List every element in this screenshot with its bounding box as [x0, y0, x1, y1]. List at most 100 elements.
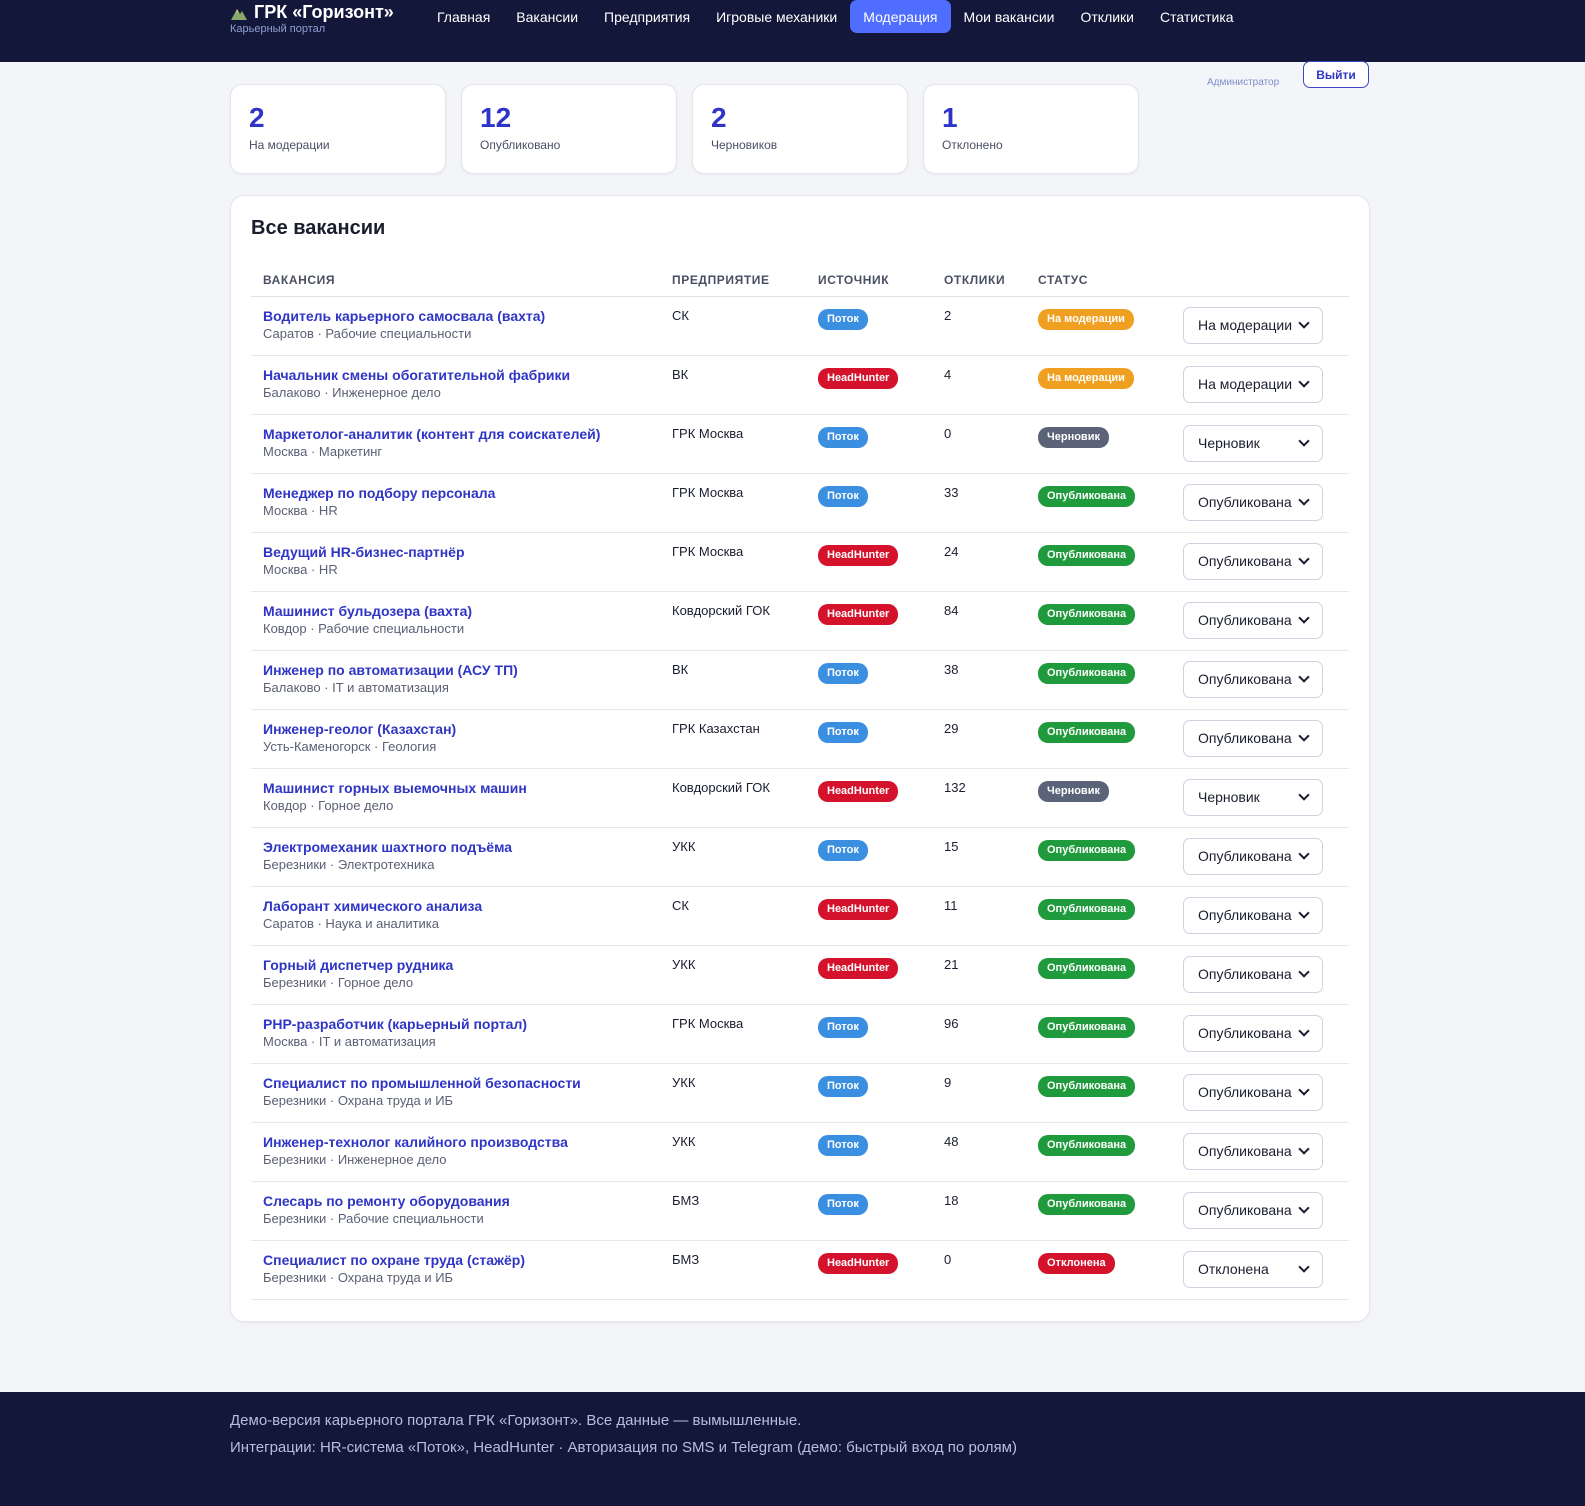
cell-source: Поток: [806, 414, 932, 474]
cell-status-select: Опубликована: [1171, 1063, 1349, 1123]
status-badge: Черновик: [1038, 426, 1109, 448]
cell-status: Опубликована: [1026, 591, 1171, 651]
cell-responses: 0: [932, 414, 1026, 474]
nav-link-moderation[interactable]: Модерация: [850, 0, 951, 33]
status-badge: Опубликована: [1038, 898, 1136, 920]
status-select[interactable]: Опубликована: [1183, 542, 1323, 580]
status-badge: Опубликована: [1038, 662, 1136, 684]
vacancy-title-link[interactable]: Машинист горных выемочных машин: [263, 780, 648, 797]
status-select-value: Опубликована: [1198, 1084, 1292, 1100]
chevron-down-icon: [1298, 848, 1310, 860]
status-select[interactable]: Опубликована: [1183, 601, 1323, 639]
vacancy-title-link[interactable]: Менеджер по подбору персонала: [263, 485, 648, 502]
cell-enterprise: Ковдорский ГОК: [660, 591, 806, 651]
cell-source: Поток: [806, 296, 932, 356]
chevron-down-icon: [1298, 1261, 1310, 1273]
cell-status-select: Опубликована: [1171, 1181, 1349, 1241]
stats-row: 2 На модерации 12 Опубликовано 2 Чернови…: [230, 84, 1139, 174]
brand-subtitle: Карьерный портал: [230, 23, 326, 35]
vacancy-title-link[interactable]: Инженер-геолог (Казахстан): [263, 721, 648, 738]
status-select[interactable]: Черновик: [1183, 778, 1323, 816]
stat-card-published: 12 Опубликовано: [461, 84, 677, 174]
cell-responses: 9: [932, 1063, 1026, 1123]
chevron-down-icon: [1298, 730, 1310, 742]
chevron-down-icon: [1298, 553, 1310, 565]
nav-link-game-mechanics[interactable]: Игровые механики: [703, 0, 850, 33]
status-select-value: Опубликована: [1198, 1143, 1292, 1159]
table-row: Специалист по промышленной безопасности Б…: [251, 1063, 1349, 1123]
vacancy-title-link[interactable]: Начальник смены обогатительной фабрики: [263, 367, 648, 384]
cell-responses: 84: [932, 591, 1026, 651]
brand[interactable]: ГРК «Горизонт» Карьерный портал: [230, 2, 394, 35]
cell-vacancy: Инженер по автоматизации (АСУ ТП) Балаков…: [251, 650, 660, 710]
vacancy-title-link[interactable]: Маркетолог-аналитик (контент для соискат…: [263, 426, 648, 443]
cell-vacancy: Лаборант химического анализа Саратов · На…: [251, 886, 660, 946]
source-badge: HeadHunter: [818, 1252, 899, 1274]
vacancy-title-link[interactable]: Лаборант химического анализа: [263, 898, 648, 915]
table-row: Начальник смены обогатительной фабрики Ба…: [251, 355, 1349, 415]
nav-link-home[interactable]: Главная: [424, 0, 503, 33]
status-badge: На модерации: [1038, 308, 1134, 330]
vacancy-title-link[interactable]: Специалист по охране труда (стажёр): [263, 1252, 648, 1269]
status-select[interactable]: Опубликована: [1183, 1132, 1323, 1170]
status-select[interactable]: Опубликована: [1183, 1191, 1323, 1229]
status-select[interactable]: На модерации: [1183, 306, 1323, 344]
vacancy-title-link[interactable]: Машинист бульдозера (вахта): [263, 603, 648, 620]
status-select-value: Опубликована: [1198, 1202, 1292, 1218]
source-badge: Поток: [818, 721, 868, 743]
logout-button[interactable]: Выйти: [1303, 61, 1369, 88]
status-select[interactable]: Черновик: [1183, 424, 1323, 462]
vacancy-title-link[interactable]: Инженер-технолог калийного производства: [263, 1134, 648, 1151]
vacancy-title-link[interactable]: Ведущий HR-бизнес-партнёр: [263, 544, 648, 561]
cell-vacancy: Ведущий HR-бизнес-партнёр Москва · HR: [251, 532, 660, 592]
vacancy-title-link[interactable]: Специалист по промышленной безопасности: [263, 1075, 648, 1092]
status-select[interactable]: Опубликована: [1183, 719, 1323, 757]
vacancy-title-link[interactable]: Инженер по автоматизации (АСУ ТП): [263, 662, 648, 679]
status-select[interactable]: На модерации: [1183, 365, 1323, 403]
status-select[interactable]: Опубликована: [1183, 1073, 1323, 1111]
nav-link-my-vacancies[interactable]: Мои вакансии: [951, 0, 1068, 33]
status-select[interactable]: Опубликована: [1183, 837, 1323, 875]
column-header-enterprise: ПРЕДПРИЯТИЕ: [660, 265, 806, 297]
vacancy-title-link[interactable]: PHP-разработчик (карьерный портал): [263, 1016, 648, 1033]
nav-link-enterprises[interactable]: Предприятия: [591, 0, 703, 33]
vacancy-title-link[interactable]: Горный диспетчер рудника: [263, 957, 648, 974]
status-select-value: Опубликована: [1198, 612, 1292, 628]
status-select-value: На модерации: [1198, 317, 1293, 333]
vacancy-meta: Березники · Электротехника: [263, 856, 435, 872]
status-select-value: Опубликована: [1198, 494, 1292, 510]
table-row: PHP-разработчик (карьерный портал) Москва…: [251, 1004, 1349, 1064]
chevron-down-icon: [1298, 1025, 1310, 1037]
top-navbar: ГРК «Горизонт» Карьерный портал Главная …: [0, 0, 1585, 62]
vacancy-title-link[interactable]: Водитель карьерного самосвала (вахта): [263, 308, 648, 325]
chevron-down-icon: [1298, 376, 1310, 388]
status-select[interactable]: Опубликована: [1183, 1014, 1323, 1052]
cell-status: Отклонена: [1026, 1240, 1171, 1300]
chevron-down-icon: [1298, 1084, 1310, 1096]
status-select[interactable]: Опубликована: [1183, 955, 1323, 993]
table-row: Инженер-геолог (Казахстан) Усть-Каменогор…: [251, 709, 1349, 769]
cell-responses: 29: [932, 709, 1026, 769]
status-badge: Опубликована: [1038, 839, 1136, 861]
status-select[interactable]: Опубликована: [1183, 483, 1323, 521]
nav-link-statistics[interactable]: Статистика: [1147, 0, 1247, 33]
source-badge: Поток: [818, 485, 868, 507]
status-select[interactable]: Опубликована: [1183, 896, 1323, 934]
nav-link-responses[interactable]: Отклики: [1067, 0, 1147, 33]
source-badge: HeadHunter: [818, 780, 899, 802]
status-select-value: Опубликована: [1198, 907, 1292, 923]
status-select[interactable]: Опубликована: [1183, 660, 1323, 698]
cell-responses: 38: [932, 650, 1026, 710]
status-select[interactable]: Отклонена: [1183, 1250, 1323, 1288]
table-row: Слесарь по ремонту оборудования Березники…: [251, 1181, 1349, 1241]
cell-status: Опубликована: [1026, 1181, 1171, 1241]
cell-source: Поток: [806, 709, 932, 769]
cell-enterprise: СК: [660, 296, 806, 356]
status-select-value: Черновик: [1198, 789, 1260, 805]
cell-source: HeadHunter: [806, 1240, 932, 1300]
footer: Демо-версия карьерного портала ГРК «Гори…: [0, 1392, 1585, 1506]
nav-link-vacancies[interactable]: Вакансии: [503, 0, 591, 33]
vacancy-title-link[interactable]: Слесарь по ремонту оборудования: [263, 1193, 648, 1210]
vacancy-title-link[interactable]: Электромеханик шахтного подъёма: [263, 839, 648, 856]
brand-title: ГРК «Горизонт»: [254, 2, 394, 22]
